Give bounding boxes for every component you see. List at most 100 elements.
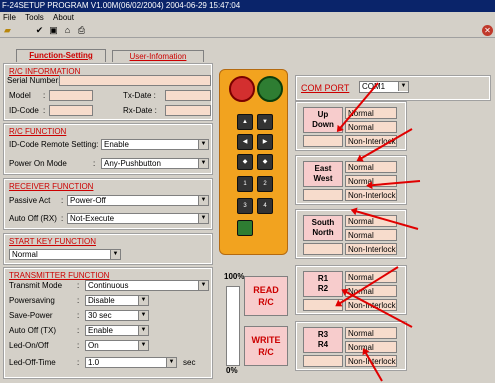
model-label: Model xyxy=(9,91,31,100)
toolbar: ▰ ✔ ▣ ⌂ ⎙ xyxy=(0,24,495,38)
up-down-option-2[interactable]: Normal xyxy=(345,121,397,133)
start-key-select[interactable]: Normal ▼ xyxy=(9,249,121,260)
tab-function-setting[interactable]: Function-Setting xyxy=(16,49,106,62)
transmit-mode-value: Continuous xyxy=(88,281,129,290)
rc-information-panel: R/C INFORMATION Serial Number: Model : T… xyxy=(3,63,213,121)
start-key-value: Normal xyxy=(12,250,38,259)
transmit-mode-select[interactable]: Continuous ▼ xyxy=(85,280,209,291)
power-on-mode-label: Power On Mode xyxy=(9,159,67,168)
east-west-option-3[interactable]: Non-Interlock xyxy=(345,189,397,201)
chevron-down-icon[interactable]: ▼ xyxy=(110,250,120,259)
checkmark-icon[interactable]: ✔ xyxy=(34,25,45,35)
passive-act-select[interactable]: Power-Off ▼ xyxy=(67,195,209,206)
chevron-down-icon[interactable]: ▼ xyxy=(138,326,148,335)
led-off-time-colon: : xyxy=(77,358,80,367)
led-on-off-value: On xyxy=(88,341,99,350)
id-code-remote-select[interactable]: Enable ▼ xyxy=(101,139,209,150)
r3-r4-line2: R4 xyxy=(317,340,329,349)
chevron-down-icon[interactable]: ▼ xyxy=(166,358,176,367)
progress-bottom-label: 0% xyxy=(226,366,238,375)
east-west-line1: East xyxy=(314,164,332,173)
passive-act-value: Power-Off xyxy=(70,196,106,205)
south-north-button[interactable]: South North xyxy=(303,215,343,241)
home-icon[interactable]: ⌂ xyxy=(62,25,73,35)
chevron-down-icon[interactable]: ▼ xyxy=(138,296,148,305)
chevron-down-icon[interactable]: ▼ xyxy=(198,214,208,223)
east-west-option-1[interactable]: Normal xyxy=(345,161,397,173)
r1-r2-button[interactable]: R1 R2 xyxy=(303,271,343,297)
south-north-line2: North xyxy=(312,228,334,237)
chevron-down-icon[interactable]: ▼ xyxy=(398,82,408,91)
r3-r4-button[interactable]: R3 R4 xyxy=(303,327,343,353)
chevron-down-icon[interactable]: ▼ xyxy=(198,140,208,149)
rc-function-heading: R/C FUNCTION xyxy=(9,127,67,136)
emergency-stop-icon xyxy=(229,76,255,102)
start-button-icon xyxy=(257,76,283,102)
com-port-select[interactable]: COM1▼ xyxy=(359,81,409,93)
remote-key-icon xyxy=(237,220,253,236)
receiver-function-heading: RECEIVER FUNCTION xyxy=(9,182,94,191)
tab-user-information[interactable]: User-Infomation xyxy=(112,50,204,62)
transmitter-function-heading: TRANSMITTER FUNCTION xyxy=(9,271,110,280)
menu-tools[interactable]: Tools xyxy=(25,13,44,22)
window-title: F-24SETUP PROGRAM V1.00M(06/02/2004) 200… xyxy=(0,0,495,12)
transmit-mode-colon: : xyxy=(77,281,80,290)
powersaving-select[interactable]: Disable ▼ xyxy=(85,295,149,306)
menu-about[interactable]: About xyxy=(53,13,74,22)
chevron-down-icon[interactable]: ▼ xyxy=(138,311,148,320)
auto-off-rx-value: Not-Execute xyxy=(70,214,115,223)
save-power-select[interactable]: 30 sec ▼ xyxy=(85,310,149,321)
south-north-option-3[interactable]: Non-Interlock xyxy=(345,243,397,255)
rx-date-field[interactable] xyxy=(165,105,211,116)
menu-file[interactable]: File xyxy=(3,13,16,22)
east-west-code-field[interactable] xyxy=(303,189,343,201)
remote-key-2: 2 xyxy=(257,176,273,192)
up-down-code-field[interactable] xyxy=(303,135,343,147)
led-off-time-label: Led-Off-Time xyxy=(9,358,56,367)
auto-off-rx-select[interactable]: Not-Execute ▼ xyxy=(67,213,209,224)
power-on-mode-colon: : xyxy=(93,159,96,168)
auto-off-tx-select[interactable]: Enable ▼ xyxy=(85,325,149,336)
chevron-down-icon[interactable]: ▼ xyxy=(198,196,208,205)
passive-act-label: Passive Act xyxy=(9,196,51,205)
close-icon[interactable]: ✕ xyxy=(482,25,493,36)
id-code-field[interactable] xyxy=(49,105,93,116)
r3-r4-option-2[interactable]: Normal xyxy=(345,341,397,353)
chevron-down-icon[interactable]: ▼ xyxy=(198,159,208,168)
remote-key-icon: ▶ xyxy=(257,134,273,150)
east-west-button[interactable]: East West xyxy=(303,161,343,187)
remote-key-icon: ◆ xyxy=(237,154,253,170)
r1-r2-line2: R2 xyxy=(317,284,329,293)
group-r3-r4: R3R4 Normal Normal Non-Interlock xyxy=(295,321,407,371)
south-north-code-field[interactable] xyxy=(303,243,343,255)
r3-r4-code-field[interactable] xyxy=(303,355,343,367)
r3-r4-option-1[interactable]: Normal xyxy=(345,327,397,339)
model-field[interactable] xyxy=(49,90,93,101)
sec-unit-label: sec xyxy=(183,358,196,367)
chevron-down-icon[interactable]: ▼ xyxy=(138,341,148,350)
led-on-off-select[interactable]: On ▼ xyxy=(85,340,149,351)
id-code-remote-value: Enable xyxy=(104,140,129,149)
remote-key-1: 1 xyxy=(237,176,253,192)
save-disk-icon[interactable]: ▣ xyxy=(48,25,59,35)
serial-number-field[interactable] xyxy=(59,75,211,86)
open-folder-icon[interactable]: ▰ xyxy=(2,25,13,35)
printer-icon[interactable]: ⎙ xyxy=(76,25,87,35)
tx-date-field[interactable] xyxy=(165,90,211,101)
model-colon: : xyxy=(43,91,46,100)
south-north-option-2[interactable]: Normal xyxy=(345,229,397,241)
auto-off-tx-colon: : xyxy=(77,326,80,335)
start-key-heading: START KEY FUNCTION xyxy=(9,237,96,246)
read-rc-button[interactable]: READ R/C xyxy=(244,276,288,316)
transmit-mode-label: Transmit Mode xyxy=(9,281,63,290)
com-port-label: COM PORT xyxy=(301,83,350,93)
write-rc-button[interactable]: WRITE R/C xyxy=(244,326,288,366)
powersaving-label: Powersaving xyxy=(9,296,55,305)
receiver-function-panel: RECEIVER FUNCTION Passive Act : Power-Of… xyxy=(3,178,213,230)
led-off-time-select[interactable]: 1.0 ▼ xyxy=(85,357,177,368)
chevron-down-icon[interactable]: ▼ xyxy=(198,281,208,290)
power-on-mode-select[interactable]: Any-Pushbutton ▼ xyxy=(101,158,209,169)
tx-date-label: Tx-Date : xyxy=(123,91,156,100)
auto-off-tx-label: Auto Off (TX) xyxy=(9,326,56,335)
save-power-value: 30 sec xyxy=(88,311,112,320)
